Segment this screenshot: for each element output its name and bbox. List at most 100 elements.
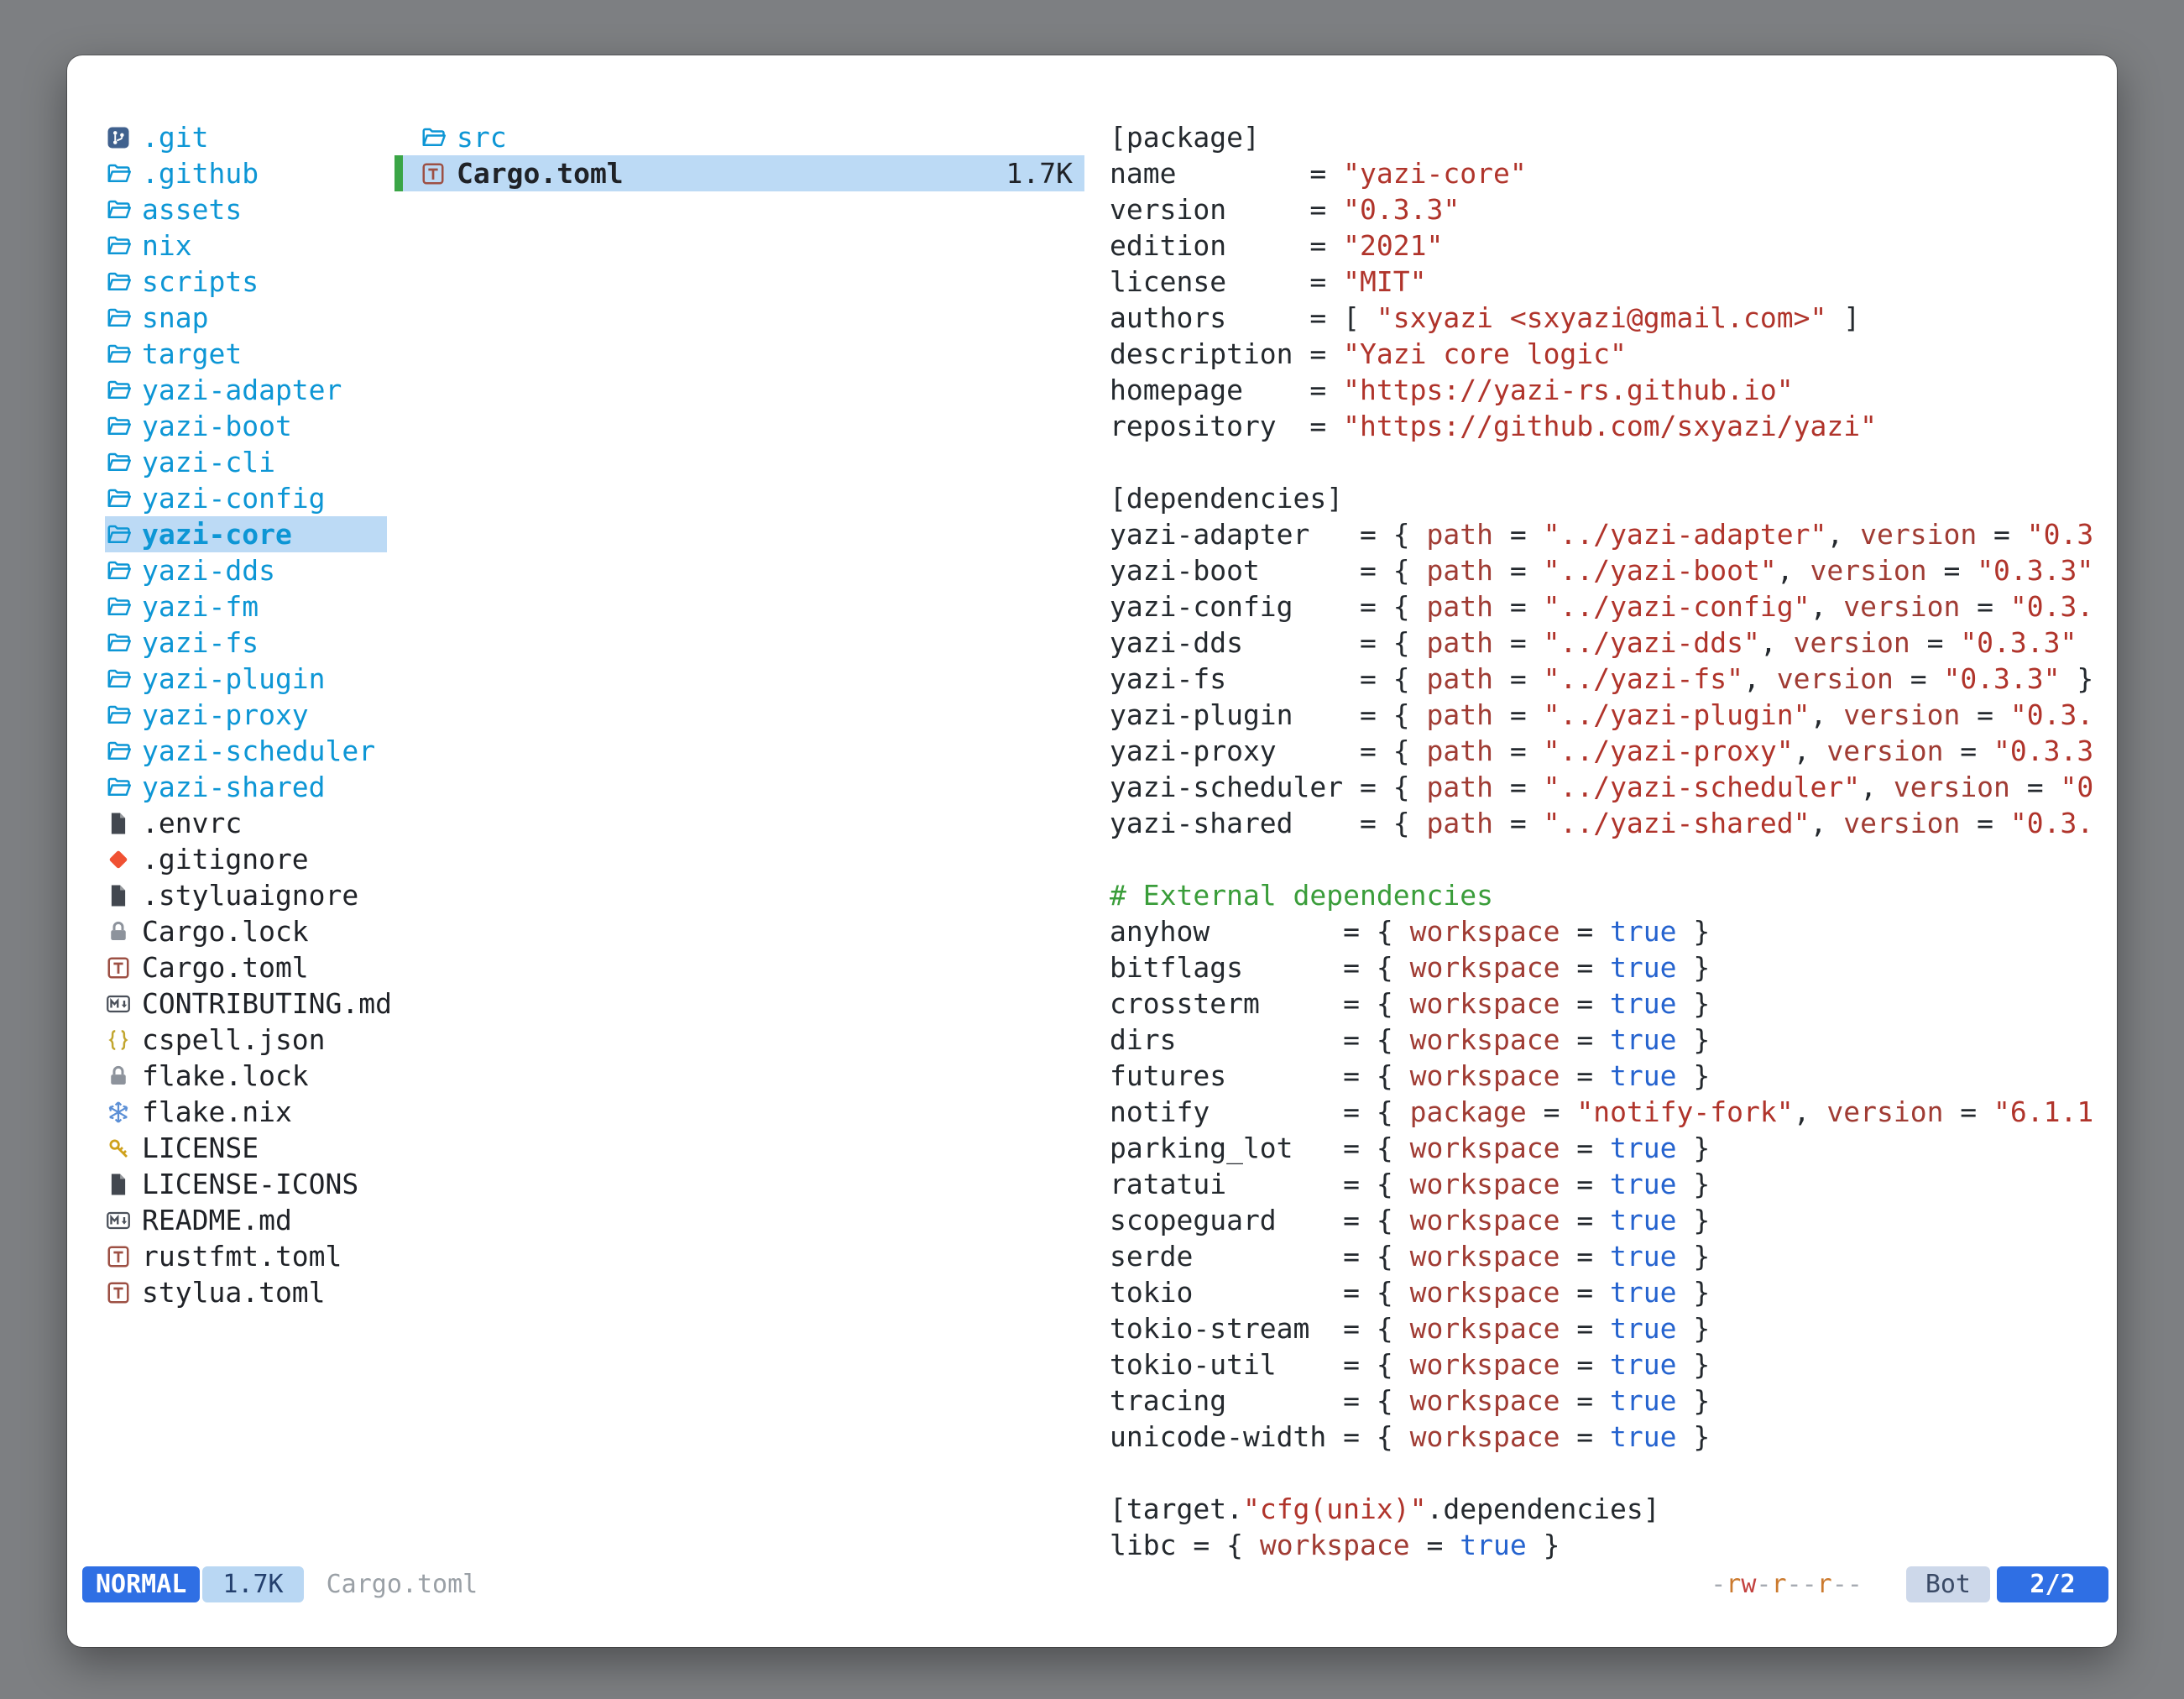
file-row[interactable]: .github [105,155,387,191]
preview-line: yazi-proxy = { path = "../yazi-proxy", v… [1110,733,2113,769]
folder-open-icon [105,303,132,333]
folder-open-icon [105,339,132,369]
preview-line: bitflags = { workspace = true } [1110,949,2113,985]
file-name: .git [142,119,208,155]
file-row[interactable]: yazi-scheduler [105,733,387,769]
file-name: yazi-shared [142,769,326,805]
file-name: Cargo.toml [457,155,624,191]
preview-line: yazi-dds = { path = "../yazi-dds", versi… [1110,625,2113,661]
file-row[interactable]: src [394,119,1084,155]
file-name: yazi-plugin [142,661,326,697]
file-row[interactable]: yazi-shared [105,769,387,805]
file-row[interactable]: yazi-core [105,516,387,552]
file-row[interactable]: yazi-plugin [105,661,387,697]
file-row[interactable]: nix [105,227,387,264]
folder-open-icon [105,159,132,189]
preview-line: homepage = "https://yazi-rs.github.io" [1110,372,2113,408]
license-icon [105,1133,132,1163]
file-row[interactable]: yazi-dds [105,552,387,588]
file-name: .github [142,155,259,191]
file-name: .envrc [142,805,242,841]
status-bar-left: NORMAL 1.7K Cargo.toml [82,1566,478,1602]
file-name: LICENSE [142,1130,259,1166]
file-row[interactable]: target [105,336,387,372]
file-row[interactable]: assets [105,191,387,227]
folder-open-icon [105,520,132,550]
file-name: stylua.toml [142,1274,326,1310]
file-name: CONTRIBUTING.md [142,985,392,1022]
preview-line: unicode-width = { workspace = true } [1110,1419,2113,1455]
preview-line: [package] [1110,119,2113,155]
folder-open-icon [105,231,132,261]
file-row[interactable]: yazi-proxy [105,697,387,733]
preview-line: anyhow = { workspace = true } [1110,913,2113,949]
file-row[interactable]: flake.nix [105,1094,387,1130]
file-row[interactable]: CONTRIBUTING.md [105,985,387,1022]
parent-directory-pane[interactable]: .git.githubassetsnixscriptssnaptargetyaz… [105,119,387,1310]
file-row[interactable]: README.md [105,1202,387,1238]
file-name: assets [142,191,242,227]
file-row[interactable]: cspell.json [105,1022,387,1058]
file-row[interactable]: .envrc [105,805,387,841]
nix-icon [105,1097,132,1127]
current-directory-pane[interactable]: srcCargo.toml 1.7K [394,119,1084,191]
file-row[interactable]: LICENSE [105,1130,387,1166]
cursor-position-badge: 2/2 [1997,1566,2108,1602]
file-name: scripts [142,264,259,300]
file-row[interactable]: yazi-fs [105,625,387,661]
preview-line: yazi-config = { path = "../yazi-config",… [1110,588,2113,625]
file-row[interactable]: yazi-boot [105,408,387,444]
preview-line: parking_lot = { workspace = true } [1110,1130,2113,1166]
file-size-badge: 1.7K [202,1566,303,1602]
file-row[interactable]: Cargo.toml 1.7K [394,155,1084,191]
file-row[interactable]: yazi-config [105,480,387,516]
file-row[interactable]: .gitignore [105,841,387,877]
preview-line: notify = { package = "notify-fork", vers… [1110,1094,2113,1130]
preview-line: yazi-boot = { path = "../yazi-boot", ver… [1110,552,2113,588]
file-row[interactable]: Cargo.lock [105,913,387,949]
file-row[interactable]: snap [105,300,387,336]
file-row[interactable]: stylua.toml [105,1274,387,1310]
preview-line: name = "yazi-core" [1110,155,2113,191]
file-name: yazi-adapter [142,372,342,408]
preview-line: yazi-shared = { path = "../yazi-shared",… [1110,805,2113,841]
file-row[interactable]: LICENSE-ICONS [105,1166,387,1202]
preview-line: [dependencies] [1110,480,2113,516]
preview-line: authors = [ "sxyazi <sxyazi@gmail.com>" … [1110,300,2113,336]
file-row[interactable]: scripts [105,264,387,300]
status-bar: NORMAL 1.7K Cargo.toml -rw-r--r-- Bot 2/… [67,1566,2117,1602]
folder-open-icon [105,556,132,586]
file-row[interactable]: Cargo.toml [105,949,387,985]
git-repo-icon [105,123,132,153]
file-preview-pane[interactable]: [package]name = "yazi-core"version = "0.… [1110,119,2113,1566]
preview-line: crossterm = { workspace = true } [1110,985,2113,1022]
file-name: cspell.json [142,1022,326,1058]
folder-open-icon [105,628,132,658]
file-name: Cargo.lock [142,913,309,949]
file-name: flake.nix [142,1094,292,1130]
preview-line: ratatui = { workspace = true } [1110,1166,2113,1202]
file-row[interactable]: .git [105,119,387,155]
file-row[interactable]: yazi-adapter [105,372,387,408]
file-row[interactable]: flake.lock [105,1058,387,1094]
toml-icon [105,1242,132,1272]
file-name: nix [142,227,192,264]
folder-open-icon [105,375,132,405]
toml-icon [420,159,447,189]
preview-line: scopeguard = { workspace = true } [1110,1202,2113,1238]
file-row[interactable]: yazi-fm [105,588,387,625]
folder-open-icon [105,700,132,730]
file-size: 1.7K [1006,155,1084,191]
file-name: yazi-boot [142,408,292,444]
file-name: yazi-cli [142,444,275,480]
file-name: src [457,119,507,155]
preview-line: edition = "2021" [1110,227,2113,264]
status-filename: Cargo.toml [327,1570,478,1599]
file-row[interactable]: .styluaignore [105,877,387,913]
mode-badge: NORMAL [82,1566,200,1602]
preview-line: license = "MIT" [1110,264,2113,300]
preview-line: yazi-fs = { path = "../yazi-fs", version… [1110,661,2113,697]
file-row[interactable]: yazi-cli [105,444,387,480]
file-row[interactable]: rustfmt.toml [105,1238,387,1274]
lock-icon [105,917,132,947]
